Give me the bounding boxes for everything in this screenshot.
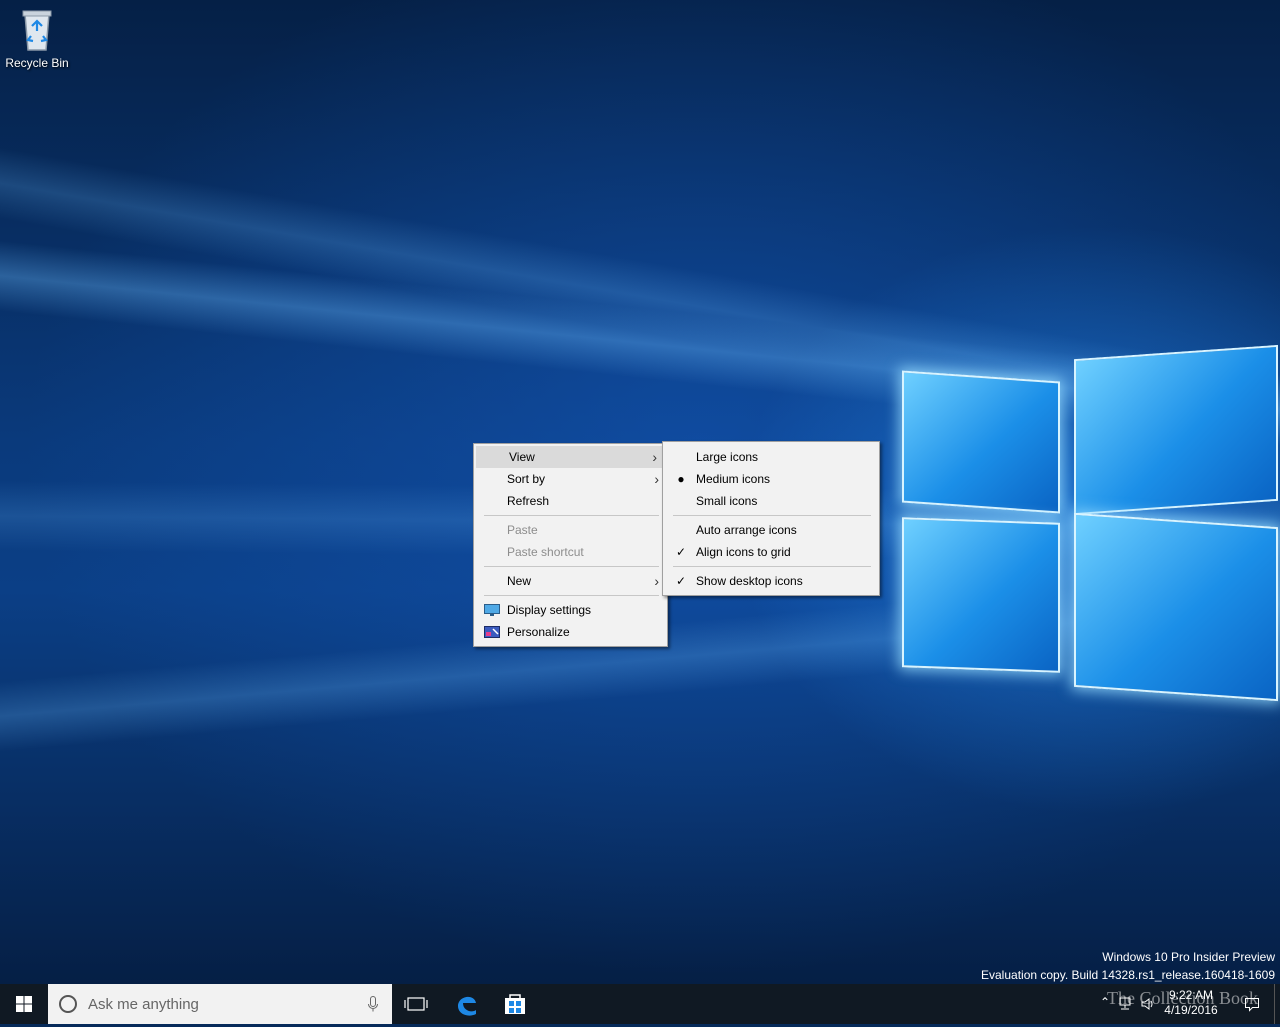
start-button[interactable] bbox=[0, 984, 48, 1024]
submenu-item-show-desktop-icons[interactable]: ✓ Show desktop icons bbox=[663, 570, 879, 592]
menu-item-label: Align icons to grid bbox=[696, 545, 791, 559]
personalize-icon bbox=[484, 626, 500, 638]
menu-item-label: Paste shortcut bbox=[507, 545, 584, 559]
action-center-icon[interactable] bbox=[1244, 996, 1260, 1012]
menu-item-label: Small icons bbox=[696, 494, 758, 508]
submenu-item-medium-icons[interactable]: ● Medium icons bbox=[663, 468, 879, 490]
submenu-item-auto-arrange[interactable]: Auto arrange icons bbox=[663, 519, 879, 541]
recycle-bin-icon bbox=[22, 10, 52, 51]
menu-separator bbox=[484, 566, 659, 567]
menu-separator bbox=[484, 595, 659, 596]
microphone-icon[interactable] bbox=[368, 996, 378, 1012]
chevron-right-icon: › bbox=[652, 449, 657, 465]
menu-item-label: Sort by bbox=[507, 472, 546, 486]
chevron-right-icon: › bbox=[654, 471, 659, 487]
logo-pane-bottom-right bbox=[1074, 512, 1278, 702]
menu-item-label: Show desktop icons bbox=[696, 574, 803, 588]
menu-separator bbox=[673, 566, 871, 567]
task-view-icon bbox=[404, 997, 428, 1011]
checkmark-icon: ✓ bbox=[675, 574, 687, 588]
desktop-context-menu: View › Sort by › Refresh Paste Paste sho… bbox=[473, 443, 668, 647]
desktop-icon-recycle-bin[interactable]: Recycle Bin bbox=[4, 8, 70, 70]
system-tray: ⌃ The Collection Book 9:22 AM 4/19/2016 bbox=[1090, 984, 1280, 1024]
display-settings-icon bbox=[484, 604, 500, 616]
task-view-button[interactable] bbox=[392, 984, 440, 1024]
menu-item-paste-shortcut[interactable]: Paste shortcut bbox=[474, 541, 667, 563]
edge-icon bbox=[458, 996, 476, 1016]
windows-logo-icon bbox=[16, 996, 32, 1012]
radio-bullet-icon: ● bbox=[677, 472, 685, 486]
menu-item-label: Refresh bbox=[507, 494, 550, 508]
menu-item-label: View bbox=[509, 450, 535, 464]
cortana-icon bbox=[59, 995, 77, 1013]
submenu-item-large-icons[interactable]: Large icons bbox=[663, 446, 879, 468]
logo-pane-top-left bbox=[902, 370, 1060, 514]
submenu-item-small-icons[interactable]: Small icons bbox=[663, 490, 879, 512]
taskbar-clock[interactable]: 9:22 AM 4/19/2016 bbox=[1156, 988, 1226, 1018]
menu-item-sort-by[interactable]: Sort by › bbox=[474, 468, 667, 490]
logo-pane-top-right bbox=[1074, 345, 1278, 515]
menu-item-label: Large icons bbox=[696, 450, 759, 464]
taskbar: Ask me anything ⌃ The Collection Book 9:… bbox=[0, 984, 1280, 1024]
clock-time: 9:22 AM bbox=[1168, 988, 1214, 1002]
store-taskbar-button[interactable] bbox=[491, 984, 539, 1024]
menu-item-new[interactable]: New › bbox=[474, 570, 667, 592]
menu-separator bbox=[673, 515, 871, 516]
clock-date: 4/19/2016 bbox=[1164, 1003, 1218, 1017]
menu-item-label: New bbox=[507, 574, 532, 588]
recycle-bin-label: Recycle Bin bbox=[5, 56, 69, 70]
search-placeholder: Ask me anything bbox=[88, 996, 199, 1013]
checkmark-icon: ✓ bbox=[675, 545, 687, 559]
show-desktop-button[interactable] bbox=[1274, 984, 1280, 1024]
logo-pane-bottom-left bbox=[902, 517, 1060, 673]
menu-separator bbox=[484, 515, 659, 516]
menu-item-display-settings[interactable]: Display settings bbox=[474, 599, 667, 621]
menu-item-paste[interactable]: Paste bbox=[474, 519, 667, 541]
menu-item-label: Auto arrange icons bbox=[696, 523, 797, 537]
view-submenu: Large icons ● Medium icons Small icons A… bbox=[662, 441, 880, 596]
build-watermark-line2: Evaluation copy. Build 14328.rs1_release… bbox=[981, 968, 1275, 982]
store-icon bbox=[505, 994, 525, 1014]
build-watermark-line1: Windows 10 Pro Insider Preview bbox=[1102, 950, 1275, 964]
search-box[interactable]: Ask me anything bbox=[48, 984, 392, 1024]
submenu-item-align-to-grid[interactable]: ✓ Align icons to grid bbox=[663, 541, 879, 563]
chevron-right-icon: › bbox=[654, 573, 659, 589]
menu-item-refresh[interactable]: Refresh bbox=[474, 490, 667, 512]
menu-item-label: Personalize bbox=[507, 625, 570, 639]
menu-item-personalize[interactable]: Personalize bbox=[474, 621, 667, 643]
menu-item-label: Medium icons bbox=[696, 472, 771, 486]
menu-item-view[interactable]: View › bbox=[476, 446, 665, 468]
edge-taskbar-button[interactable] bbox=[443, 984, 491, 1024]
menu-item-label: Paste bbox=[507, 523, 538, 537]
menu-item-label: Display settings bbox=[507, 603, 592, 617]
